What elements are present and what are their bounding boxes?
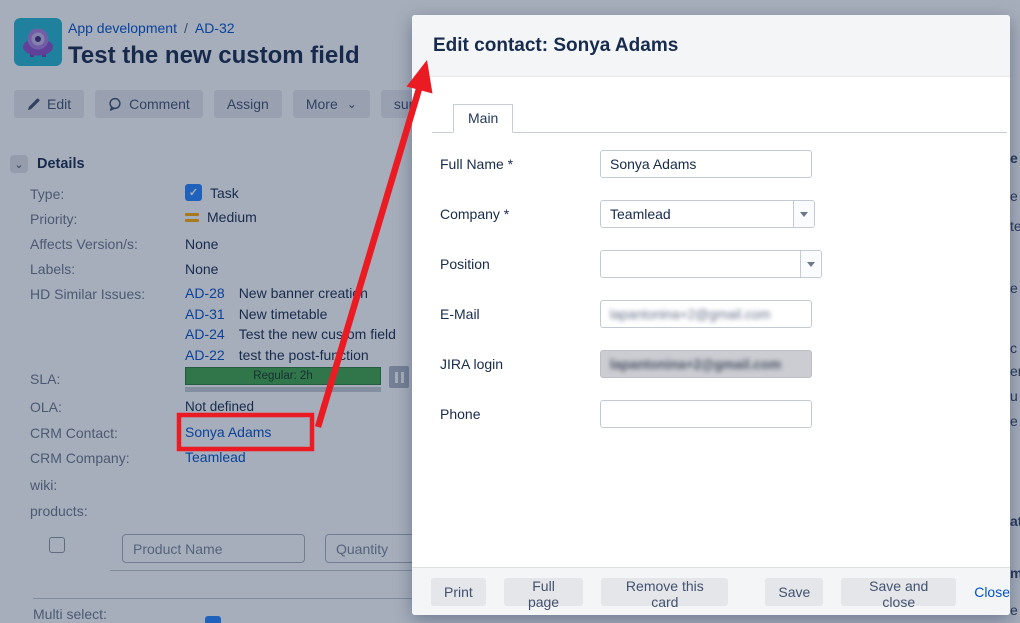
dialog-footer: Print Full page Remove this card Save Sa… <box>412 567 1010 615</box>
form-row: E-Mail lapantonina+2@gmail.com <box>440 300 1010 328</box>
email-field[interactable]: lapantonina+2@gmail.com <box>600 300 812 328</box>
form-row: Phone <box>440 400 1010 428</box>
contact-form: Full Name * Company * Teamlead Position … <box>412 150 1010 428</box>
jira-login-value-blurred: lapantonina+2@gmail.com <box>610 357 781 372</box>
jira-login-field: lapantonina+2@gmail.com <box>600 350 812 378</box>
dialog-body: Main Full Name * Company * Teamlead Posi… <box>412 77 1010 567</box>
position-label: Position <box>440 256 600 272</box>
full-name-label: Full Name * <box>440 156 600 172</box>
full-name-field[interactable] <box>600 150 812 178</box>
form-row: Company * Teamlead <box>440 200 1010 228</box>
position-select[interactable] <box>600 250 822 278</box>
save-button[interactable]: Save <box>765 578 823 606</box>
jira-login-label: JIRA login <box>440 356 600 372</box>
save-and-close-button[interactable]: Save and close <box>841 578 956 606</box>
company-select[interactable]: Teamlead <box>600 200 815 228</box>
phone-label: Phone <box>440 406 600 422</box>
form-row: JIRA login lapantonina+2@gmail.com <box>440 350 1010 378</box>
tab-main[interactable]: Main <box>453 104 513 133</box>
company-dropdown-button[interactable] <box>793 201 814 227</box>
tab-bar: Main <box>432 104 1007 133</box>
chevron-down-icon <box>800 212 808 217</box>
form-row: Position <box>440 250 1010 278</box>
chevron-down-icon <box>807 262 815 267</box>
email-value-blurred: lapantonina+2@gmail.com <box>610 307 770 322</box>
dialog-header: Edit contact: Sonya Adams <box>412 15 1010 77</box>
remove-card-button[interactable]: Remove this card <box>601 578 728 606</box>
email-label: E-Mail <box>440 306 600 322</box>
position-select-value <box>601 251 800 277</box>
close-button[interactable]: Close <box>974 584 1010 600</box>
position-dropdown-button[interactable] <box>800 251 821 277</box>
edit-contact-dialog: Edit contact: Sonya Adams Main Full Name… <box>412 15 1010 615</box>
print-button[interactable]: Print <box>431 578 486 606</box>
form-row: Full Name * <box>440 150 1010 178</box>
dialog-title: Edit contact: Sonya Adams <box>433 35 678 57</box>
full-page-button[interactable]: Full page <box>504 578 583 606</box>
company-select-value: Teamlead <box>601 201 793 227</box>
phone-field[interactable] <box>600 400 812 428</box>
company-label: Company * <box>440 206 600 222</box>
